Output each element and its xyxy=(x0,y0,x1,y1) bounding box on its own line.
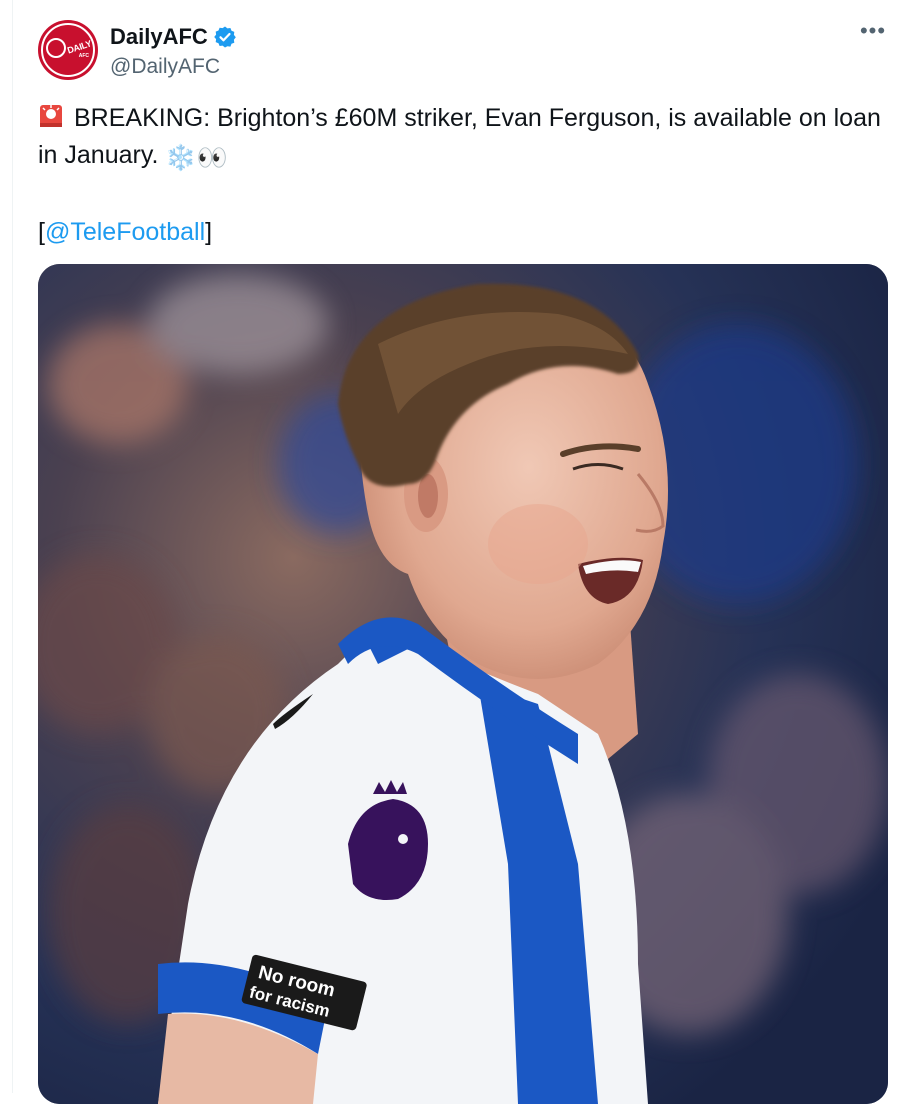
verified-badge-icon xyxy=(213,26,236,48)
mention-link[interactable]: @TeleFootball xyxy=(45,218,205,246)
snowflake-eyes-emoji: ❄️👀 xyxy=(165,144,228,172)
player-photo-illustration: No room for racism xyxy=(38,264,888,1104)
avatar-crest-subtext: AFC xyxy=(78,53,89,59)
tweet-header: DAILY AFC DailyAFC @DailyAFC ••• xyxy=(38,20,888,82)
cannon-crest-icon xyxy=(46,38,66,58)
source-line: [@TeleFootball] xyxy=(38,218,213,246)
tweet-text: BREAKING: Brighton’s £60M striker, Evan … xyxy=(38,100,888,251)
avatar[interactable]: DAILY AFC xyxy=(38,20,98,80)
siren-emoji-icon xyxy=(40,105,62,127)
tweet-photo[interactable]: No room for racism xyxy=(38,264,888,1104)
name-row: DailyAFC xyxy=(110,22,237,52)
more-icon: ••• xyxy=(859,18,887,43)
more-options-button[interactable]: ••• xyxy=(858,20,888,48)
account-handle[interactable]: @DailyAFC xyxy=(110,54,220,80)
timeline-divider xyxy=(12,0,13,1093)
display-name[interactable]: DailyAFC xyxy=(110,22,208,52)
